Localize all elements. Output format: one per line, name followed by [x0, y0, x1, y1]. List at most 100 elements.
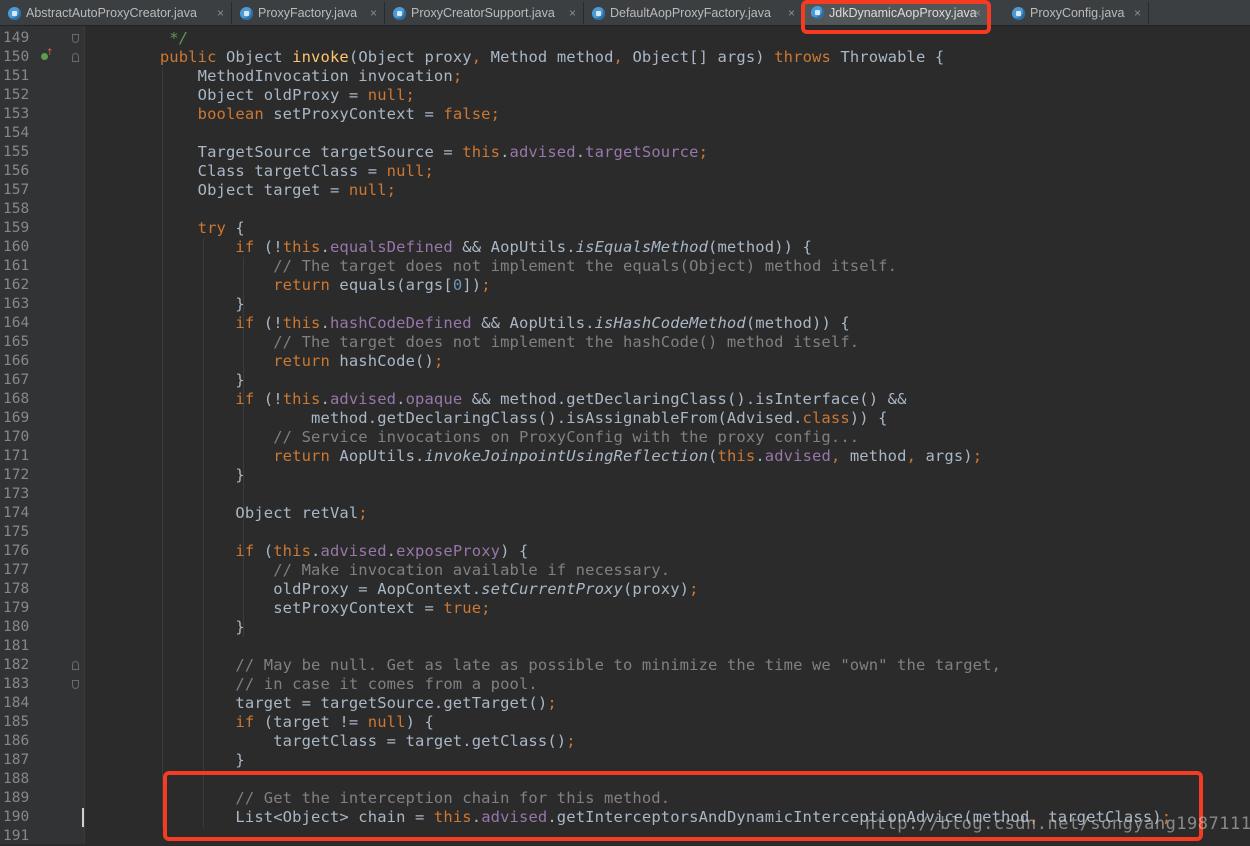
code-token: isEqualsMethod [575, 237, 709, 256]
code-token: false; [443, 104, 501, 123]
fold-marker-icon[interactable] [72, 660, 79, 670]
tab-label: ProxyCreatorSupport.java [411, 6, 555, 20]
code-line[interactable]: Object retVal; [122, 504, 368, 523]
code-line[interactable]: setProxyContext = true; [122, 599, 491, 618]
code-token: , [471, 47, 491, 66]
code-line[interactable]: MethodInvocation invocation; [122, 67, 463, 86]
code-line[interactable]: if (!this.advised.opaque && method.getDe… [122, 390, 907, 409]
code-token: ( [263, 541, 274, 560]
tab-proxycreatorsupport[interactable]: ProxyCreatorSupport.java × [385, 2, 584, 24]
code-line[interactable]: targetClass = target.getClass(); [122, 732, 576, 751]
line-number: 155 [3, 143, 30, 160]
code-token: targetClass = target.getClass() [122, 731, 567, 750]
code-line[interactable]: Object target = null; [122, 181, 396, 200]
close-icon[interactable]: × [370, 2, 377, 24]
code-line[interactable]: Class targetClass = null; [122, 162, 434, 181]
code-token: this [717, 446, 756, 465]
tab-proxyconfig[interactable]: ProxyConfig.java × [1004, 2, 1149, 24]
code-token: exposeProxy [396, 541, 501, 560]
code-token: ; [689, 579, 699, 598]
line-number: 184 [3, 694, 30, 711]
code-token: null; [367, 85, 416, 104]
code-line[interactable]: } [122, 371, 245, 390]
code-line[interactable]: target = targetSource.getTarget(); [122, 694, 557, 713]
code-token: args) [925, 446, 973, 465]
code-token: hashCodeDefined [329, 313, 482, 332]
fold-marker-icon[interactable] [72, 679, 79, 689]
code-token: if [122, 541, 264, 560]
code-line[interactable]: if (target != null) { [122, 713, 434, 732]
override-arrow-icon[interactable]: ↑ [46, 48, 54, 58]
tab-proxyfactory[interactable]: ProxyFactory.java × [232, 2, 385, 24]
code-token: . [755, 446, 765, 465]
code-line[interactable]: if (!this.hashCodeDefined && AopUtils.is… [122, 314, 850, 333]
close-icon[interactable]: × [569, 2, 576, 24]
code-token: // Make invocation available if necessar… [122, 560, 671, 579]
code-line[interactable]: // The target does not implement the has… [122, 333, 859, 352]
line-number: 182 [3, 656, 30, 673]
code-line[interactable]: return hashCode(); [122, 352, 443, 371]
line-number: 174 [3, 504, 30, 521]
code-line[interactable]: return AopUtils.invokeJoinpointUsingRefl… [122, 447, 982, 466]
code-token: setProxyContext = [273, 104, 444, 123]
code-token: Object[] args) [632, 47, 775, 66]
code-line[interactable]: } [122, 618, 245, 637]
code-token: Object retVal [122, 503, 359, 522]
code-token: throws [774, 47, 841, 66]
code-token: } [122, 617, 245, 636]
code-line[interactable]: // Make invocation available if necessar… [122, 561, 670, 580]
code-token: . [320, 389, 330, 408]
line-number: 166 [3, 352, 30, 369]
code-line[interactable]: // May be null. Get as late as possible … [122, 656, 1001, 675]
code-token: target = targetSource.getTarget() [122, 693, 548, 712]
code-token: advised [509, 142, 576, 161]
code-line[interactable]: // Service invocations on ProxyConfig wi… [122, 428, 859, 447]
code-token: 0 [452, 275, 463, 294]
code-line[interactable]: } [122, 466, 245, 485]
code-token: . [575, 142, 586, 161]
code-line[interactable]: } [122, 295, 245, 314]
code-token: && AopUtils. [462, 237, 576, 256]
code-line[interactable]: } [122, 751, 245, 770]
code-token: if [122, 389, 264, 408]
code-line[interactable]: boolean setProxyContext = false; [122, 105, 500, 124]
code-line[interactable]: oldProxy = AopContext.setCurrentProxy(pr… [122, 580, 699, 599]
java-class-icon [8, 7, 21, 20]
code-line[interactable]: TargetSource targetSource = this.advised… [122, 143, 708, 162]
fold-marker-icon[interactable] [72, 52, 79, 62]
line-number: 183 [3, 675, 30, 692]
code-token: try [122, 218, 236, 237]
code-line[interactable]: */ [122, 29, 188, 48]
line-number: 160 [3, 238, 30, 255]
code-token: Object oldProxy = [122, 85, 368, 104]
code-token: advised [320, 541, 387, 560]
code-token: , [830, 446, 850, 465]
code-line[interactable]: Object oldProxy = null; [122, 86, 415, 105]
code-token: TargetSource targetSource = [122, 142, 463, 161]
tab-defaultaopproxyfactory[interactable]: DefaultAopProxyFactory.java × [584, 2, 803, 24]
line-number: 172 [3, 466, 30, 483]
tab-abstractautoproxycreator[interactable]: AbstractAutoProxyCreator.java × [0, 2, 232, 24]
fold-marker-icon[interactable] [72, 33, 79, 43]
code-token: targetSource [585, 142, 699, 161]
code-line[interactable]: if (!this.equalsDefined && AopUtils.isEq… [122, 238, 812, 257]
close-icon[interactable]: × [788, 2, 795, 24]
code-token: return [122, 275, 340, 294]
code-token: equalsDefined [329, 237, 463, 256]
code-line[interactable]: // in case it comes from a pool. [122, 675, 538, 694]
code-editor[interactable]: */ public Object invoke(Object proxy, Me… [86, 26, 1250, 844]
close-icon[interactable]: × [217, 2, 224, 24]
code-line[interactable]: method.getDeclaringClass().isAssignableF… [122, 409, 888, 428]
line-number: 167 [3, 371, 30, 388]
code-line[interactable]: public Object invoke(Object proxy, Metho… [122, 48, 944, 67]
line-number: 186 [3, 732, 30, 749]
code-line[interactable]: return equals(args[0]); [122, 276, 491, 295]
code-line[interactable]: try { [122, 219, 245, 238]
code-token: isHashCodeMethod [594, 313, 746, 332]
code-token: . [500, 142, 510, 161]
line-number: 187 [3, 751, 30, 768]
code-line[interactable]: // The target does not implement the equ… [122, 257, 897, 276]
code-token: setProxyContext = [122, 598, 444, 617]
close-icon[interactable]: × [1134, 2, 1141, 24]
code-line[interactable]: if (this.advised.exposeProxy) { [122, 542, 528, 561]
